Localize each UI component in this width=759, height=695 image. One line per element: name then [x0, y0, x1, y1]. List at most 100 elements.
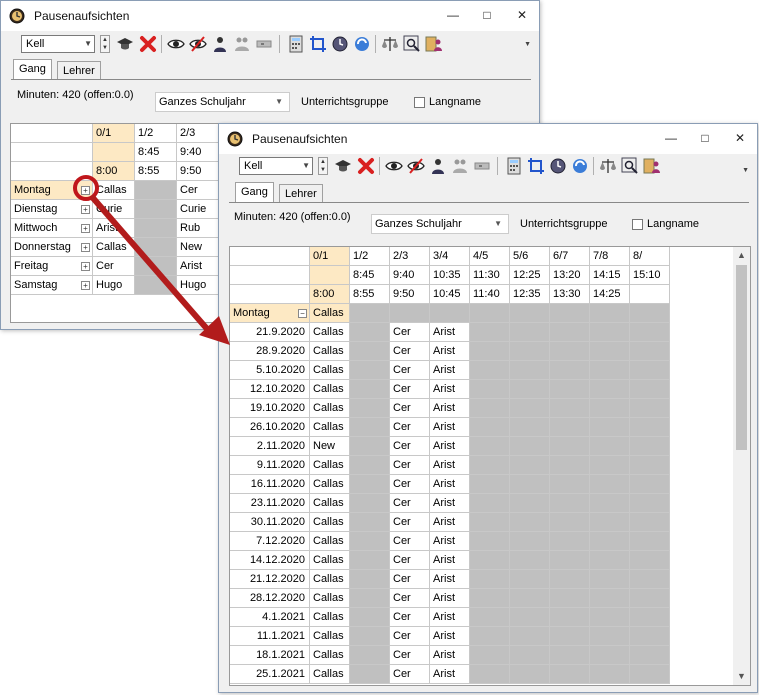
duty-cell[interactable]: Callas: [310, 551, 350, 570]
empty-cell[interactable]: [630, 361, 670, 380]
group-label[interactable]: Unterrichtsgruppe: [520, 218, 607, 230]
calculator-icon[interactable]: [505, 157, 523, 175]
duty-cell[interactable]: Arist: [430, 570, 470, 589]
empty-cell[interactable]: [470, 646, 510, 665]
empty-cell[interactable]: [350, 304, 390, 323]
minimize-button[interactable]: —: [657, 127, 685, 149]
duty-cell[interactable]: Callas: [310, 646, 350, 665]
empty-cell[interactable]: [470, 323, 510, 342]
empty-cell[interactable]: [350, 475, 390, 494]
empty-cell[interactable]: [590, 589, 630, 608]
duty-cell[interactable]: Cer: [390, 361, 430, 380]
date-row-header[interactable]: 4.1.2021: [230, 608, 310, 627]
calculator-icon[interactable]: [287, 35, 305, 53]
delete-x-icon[interactable]: [139, 35, 157, 53]
empty-cell[interactable]: [550, 475, 590, 494]
tab-gang[interactable]: Gang: [13, 59, 52, 79]
duty-cell[interactable]: Arist: [430, 380, 470, 399]
empty-cell[interactable]: [550, 513, 590, 532]
duty-cell[interactable]: Cer: [390, 437, 430, 456]
scroll-up-icon[interactable]: ▲: [733, 247, 750, 264]
empty-cell[interactable]: [470, 399, 510, 418]
date-row-header[interactable]: 21.12.2020: [230, 570, 310, 589]
close-button[interactable]: ✕: [726, 127, 754, 149]
empty-cell[interactable]: [350, 513, 390, 532]
expand-icon[interactable]: +: [81, 205, 90, 214]
teacher-combo[interactable]: Kell ▼: [239, 157, 313, 175]
empty-cell[interactable]: [550, 304, 590, 323]
graduation-cap-icon[interactable]: [116, 35, 134, 53]
empty-cell[interactable]: [470, 361, 510, 380]
date-row-header[interactable]: 25.1.2021: [230, 665, 310, 684]
empty-cell[interactable]: [350, 646, 390, 665]
duty-cell[interactable]: Arist: [430, 665, 470, 684]
empty-cell[interactable]: [550, 570, 590, 589]
empty-cell[interactable]: [550, 665, 590, 684]
duty-cell[interactable]: Cer: [390, 494, 430, 513]
empty-cell[interactable]: [630, 589, 670, 608]
empty-cell[interactable]: [350, 323, 390, 342]
duty-cell[interactable]: Cer: [390, 665, 430, 684]
delete-x-icon[interactable]: [357, 157, 375, 175]
empty-cell[interactable]: [550, 399, 590, 418]
duty-cell[interactable]: Callas: [310, 342, 350, 361]
duty-cell[interactable]: Cer: [390, 342, 430, 361]
empty-cell[interactable]: [590, 494, 630, 513]
empty-cell[interactable]: [470, 665, 510, 684]
settings-icon[interactable]: [255, 35, 273, 53]
empty-cell[interactable]: [350, 456, 390, 475]
empty-cell[interactable]: [590, 551, 630, 570]
teacher-combo[interactable]: Kell ▼: [21, 35, 95, 53]
empty-cell[interactable]: [510, 380, 550, 399]
date-row-header[interactable]: 5.10.2020: [230, 361, 310, 380]
empty-cell[interactable]: [630, 475, 670, 494]
vertical-scrollbar[interactable]: ▲ ▼: [733, 247, 750, 685]
empty-cell[interactable]: [470, 456, 510, 475]
duty-cell[interactable]: Arist: [430, 608, 470, 627]
duty-cell[interactable]: Callas: [93, 181, 135, 200]
group-label[interactable]: Unterrichtsgruppe: [301, 96, 388, 108]
toolbar-overflow-icon[interactable]: ▼: [524, 41, 531, 48]
duty-cell[interactable]: Cer: [93, 257, 135, 276]
duty-cell[interactable]: Callas: [310, 475, 350, 494]
empty-cell[interactable]: [550, 456, 590, 475]
date-row-header[interactable]: 16.11.2020: [230, 475, 310, 494]
duty-cell[interactable]: Arist: [430, 399, 470, 418]
tab-gang[interactable]: Gang: [235, 182, 274, 202]
empty-cell[interactable]: [630, 551, 670, 570]
date-row-header[interactable]: 28.9.2020: [230, 342, 310, 361]
empty-cell[interactable]: [470, 532, 510, 551]
empty-cell[interactable]: [470, 570, 510, 589]
duty-cell[interactable]: [135, 257, 177, 276]
empty-cell[interactable]: [470, 342, 510, 361]
date-row-header[interactable]: 23.11.2020: [230, 494, 310, 513]
duty-cell[interactable]: Arist: [430, 532, 470, 551]
period-select[interactable]: Ganzes Schuljahr ▼: [155, 92, 290, 112]
empty-cell[interactable]: [510, 551, 550, 570]
teacher-spinner[interactable]: ▲ ▼: [100, 35, 110, 53]
empty-cell[interactable]: [550, 323, 590, 342]
date-row-header[interactable]: 9.11.2020: [230, 456, 310, 475]
empty-cell[interactable]: [470, 513, 510, 532]
empty-cell[interactable]: [590, 437, 630, 456]
duty-cell[interactable]: Cer: [390, 418, 430, 437]
empty-cell[interactable]: [550, 627, 590, 646]
close-button[interactable]: ✕: [508, 4, 536, 26]
duty-cell[interactable]: Arist: [430, 475, 470, 494]
duty-cell[interactable]: Cer: [390, 532, 430, 551]
duty-cell[interactable]: Callas: [310, 665, 350, 684]
empty-cell[interactable]: [550, 532, 590, 551]
eye-crossed-icon[interactable]: [407, 157, 425, 175]
duty-cell[interactable]: Cer: [177, 181, 219, 200]
duty-cell[interactable]: Curie: [177, 200, 219, 219]
empty-cell[interactable]: [350, 589, 390, 608]
period-select[interactable]: Ganzes Schuljahr ▼: [371, 214, 509, 234]
empty-cell[interactable]: [350, 437, 390, 456]
empty-cell[interactable]: [510, 304, 550, 323]
eye-icon[interactable]: [167, 35, 185, 53]
teacher-spinner[interactable]: ▲ ▼: [318, 157, 328, 175]
empty-cell[interactable]: [630, 456, 670, 475]
duty-cell[interactable]: [135, 219, 177, 238]
duty-cell[interactable]: Arist: [430, 361, 470, 380]
teacher-icon[interactable]: [211, 35, 229, 53]
